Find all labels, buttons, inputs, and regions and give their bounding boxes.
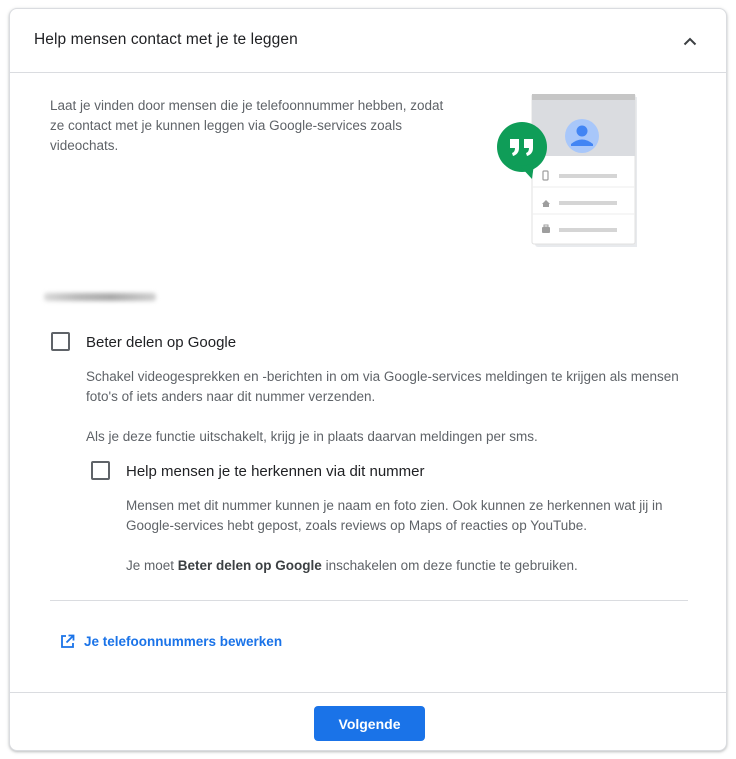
collapse-button[interactable] [674, 25, 706, 57]
intro-text: Laat je vinden door mensen die je telefo… [50, 98, 444, 153]
recognize-number-description: Mensen met dit nummer kunnen je naam en … [126, 498, 663, 533]
card-header: Help mensen contact met je te leggen [10, 9, 726, 73]
recognize-number-note: Je moet Beter delen op Google inschakele… [126, 556, 696, 576]
avatar-icon [565, 119, 599, 153]
next-button[interactable]: Volgende [314, 706, 425, 741]
recognize-number-label: Help mensen je te herkennen via dit numm… [126, 463, 425, 480]
section-divider [50, 600, 688, 601]
card-title: Help mensen contact met je te leggen [34, 31, 298, 48]
blurred-phone-number [44, 293, 156, 301]
better-sharing-description: Schakel videogesprekken en -berichten in… [86, 369, 679, 404]
note-suffix: inschakelen om deze functie te gebruiken… [321, 558, 578, 573]
better-sharing-label: Beter delen op Google [86, 334, 237, 351]
recognize-number-checkbox[interactable] [91, 461, 110, 480]
dialog-card: Help mensen contact met je te leggen Laa… [9, 8, 727, 751]
better-sharing-note: Als je deze functie uitschakelt, krijg j… [86, 429, 538, 444]
footer-divider [10, 692, 726, 693]
open-in-new-icon [61, 634, 75, 648]
chevron-up-icon [683, 37, 697, 45]
contact-illustration [487, 93, 639, 254]
better-sharing-checkbox[interactable] [51, 332, 70, 351]
note-bold: Beter delen op Google [177, 558, 322, 573]
edit-phone-numbers-link[interactable]: Je telefoonnummers bewerken [60, 634, 282, 649]
edit-link-label: Je telefoonnummers bewerken [84, 634, 283, 649]
note-prefix: Je moet [126, 558, 178, 573]
